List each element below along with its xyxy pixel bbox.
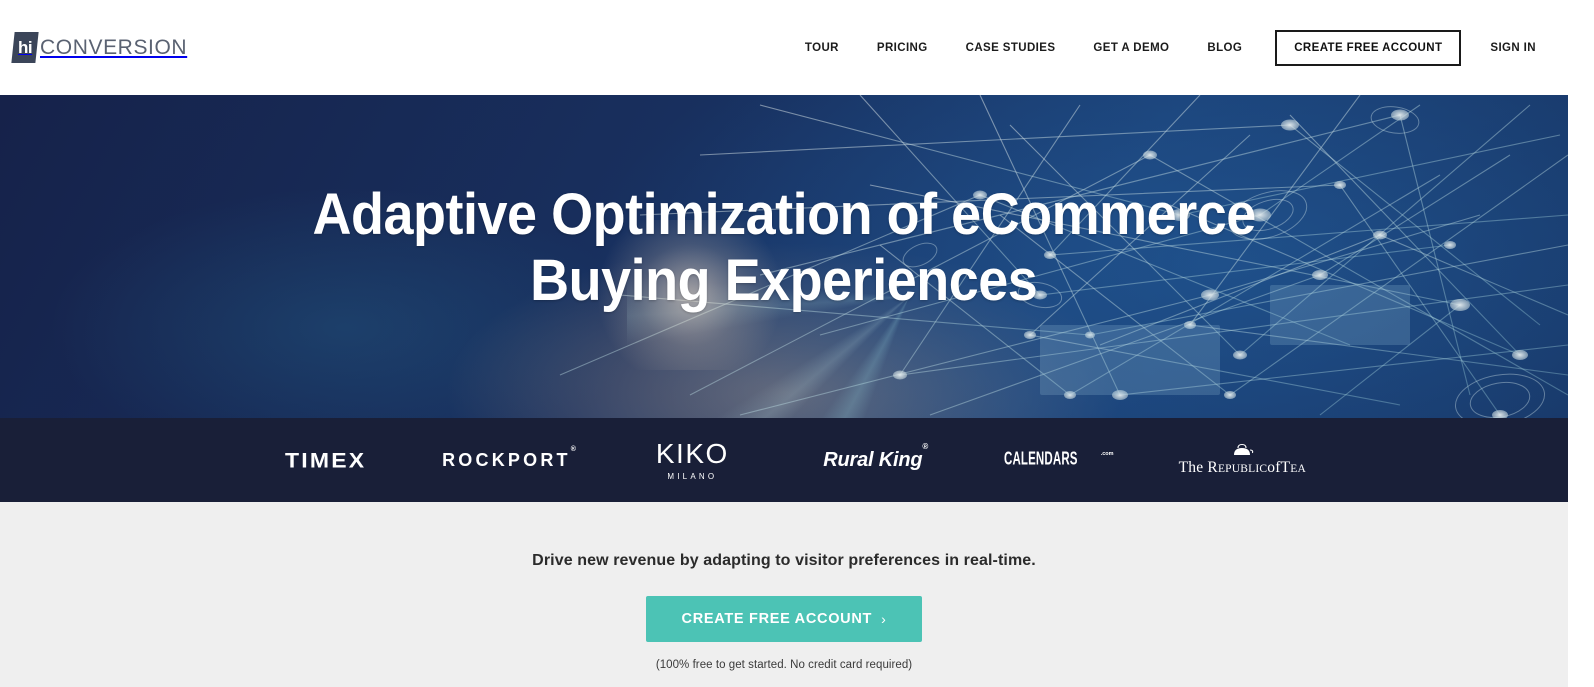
client-logo-strip: TIMEX ROCKPORT® KIKO MILANO Rural King® xyxy=(0,418,1568,502)
nav-item-case-studies[interactable]: CASE STUDIES xyxy=(947,42,1075,54)
hero-headline-line-2: Buying Experiences xyxy=(530,247,1038,313)
scrollbar-thumb[interactable] xyxy=(1578,0,1589,150)
hero-section: Adaptive Optimization of eCommerce Buyin… xyxy=(0,95,1568,418)
nav-item-sign-in[interactable]: SIGN IN xyxy=(1471,42,1544,54)
kiko-wordmark: KIKO MILANO xyxy=(655,437,729,481)
client-logo-kiko-milano: KIKO MILANO xyxy=(601,437,784,481)
logo-wordmark: CONVERSION xyxy=(40,35,188,59)
client-logo-republic-of-tea: The REPUBLICofTEA xyxy=(1151,443,1334,477)
main-navigation: TOUR PRICING CASE STUDIES GET A DEMO BLO… xyxy=(786,29,1544,66)
hero-headline: Adaptive Optimization of eCommerce Buyin… xyxy=(0,95,1568,418)
rockport-wordmark: ROCKPORT® xyxy=(442,446,576,471)
cta-fine-print: (100% free to get started. No credit car… xyxy=(655,659,913,671)
logo-badge-icon: hi xyxy=(11,32,39,63)
republic-of-tea-text: The REPUBLICofTEA xyxy=(1179,459,1306,477)
page-root: hi CONVERSION TOUR PRICING CASE STUDIES … xyxy=(0,0,1594,687)
kiko-sub-text: MILANO xyxy=(667,471,718,481)
cta-create-free-account-button[interactable]: CREATE FREE ACCOUNT › xyxy=(645,596,923,642)
republic-of-tea-wordmark: The REPUBLICofTEA xyxy=(1179,443,1306,477)
timex-wordmark: TIMEX xyxy=(285,447,367,472)
cta-section: Drive new revenue by adapting to visitor… xyxy=(0,502,1568,687)
tea-text-ea: EA xyxy=(1290,463,1306,475)
hero-headline-line-1: Adaptive Optimization of eCommerce xyxy=(312,181,1256,247)
header-create-free-account-button[interactable]: CREATE FREE ACCOUNT xyxy=(1275,29,1462,66)
logo-badge-text: hi xyxy=(17,38,33,57)
cta-headline: Drive new revenue by adapting to visitor… xyxy=(532,552,1036,569)
site-logo[interactable]: hi CONVERSION xyxy=(11,32,188,63)
calendars-wordmark: CALENDARS .com xyxy=(1004,449,1114,470)
rural-king-text: Rural King xyxy=(823,448,923,471)
tea-text-of: of xyxy=(1267,459,1281,476)
tea-text-t: T xyxy=(1280,459,1291,476)
browser-viewport: hi CONVERSION TOUR PRICING CASE STUDIES … xyxy=(0,0,1568,687)
client-logo-rockport: ROCKPORT® xyxy=(417,446,600,471)
rural-king-wordmark: Rural King® xyxy=(823,442,928,472)
client-logo-rural-king: Rural King® xyxy=(784,442,967,472)
rockport-registered-icon: ® xyxy=(570,445,576,453)
calendars-sub-text: .com xyxy=(1100,451,1114,457)
cta-button-label: CREATE FREE ACCOUNT xyxy=(681,611,873,627)
rural-king-registered-icon: ® xyxy=(922,441,929,451)
rockport-text: ROCKPORT xyxy=(442,449,571,470)
nav-item-pricing[interactable]: PRICING xyxy=(858,42,947,54)
site-header: hi CONVERSION TOUR PRICING CASE STUDIES … xyxy=(0,0,1568,95)
client-logo-calendars-com: CALENDARS .com xyxy=(967,449,1150,470)
nav-item-get-a-demo[interactable]: GET A DEMO xyxy=(1074,42,1188,54)
kiko-main-text: KIKO xyxy=(655,437,729,469)
client-logo-timex: TIMEX xyxy=(234,447,417,474)
chevron-right-icon: › xyxy=(881,611,887,627)
scrollbar-gutter[interactable] xyxy=(1568,0,1594,687)
nav-item-tour[interactable]: TOUR xyxy=(786,42,858,54)
tea-text-part2: EPUBLIC xyxy=(1217,463,1268,475)
teapot-icon xyxy=(1234,443,1254,455)
tea-text-part1: The R xyxy=(1178,459,1218,476)
calendars-main-text: CALENDARS xyxy=(1004,449,1079,470)
nav-item-blog[interactable]: BLOG xyxy=(1188,42,1261,54)
